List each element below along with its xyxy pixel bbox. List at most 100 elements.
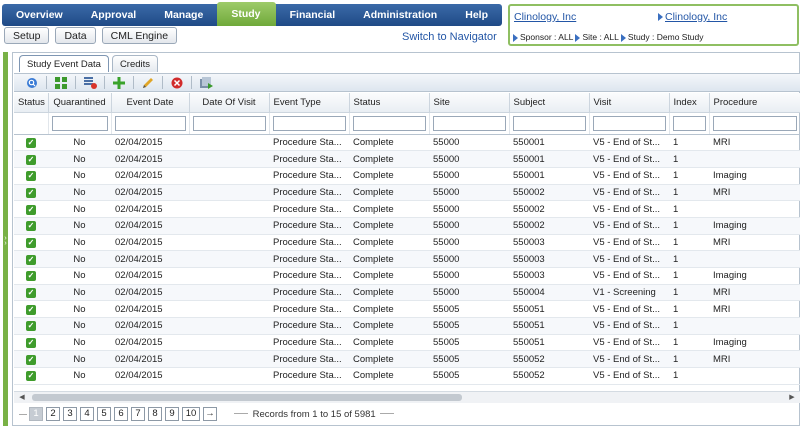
add-icon[interactable] xyxy=(111,76,127,90)
status-cell: ✓ xyxy=(14,334,48,352)
page-button-9[interactable]: 9 xyxy=(165,407,179,421)
subtab-data[interactable]: Data xyxy=(55,27,96,44)
event-type-cell: Procedure Sta... xyxy=(269,217,349,235)
col-header-visit[interactable]: Visit xyxy=(589,93,670,113)
scrollbar-thumb[interactable] xyxy=(32,394,462,401)
page-button-6[interactable]: 6 xyxy=(114,407,128,421)
filter-input-quarantined[interactable] xyxy=(51,115,108,131)
table-row[interactable]: ✓ No 02/04/2015 Procedure Sta... Complete 550… xyxy=(14,167,800,185)
status-cell: ✓ xyxy=(14,217,48,235)
table-row[interactable]: ✓ No 02/04/2015 Procedure Sta... Complete 550… xyxy=(14,284,800,302)
tab-study-event-data[interactable]: Study Event Data xyxy=(19,55,109,72)
filter-input-event-type[interactable] xyxy=(272,115,346,131)
col-header-event-status[interactable]: Status xyxy=(349,93,430,113)
col-header-status[interactable]: Status xyxy=(14,93,49,113)
nav-help[interactable]: Help xyxy=(451,4,502,26)
filter-cell-status xyxy=(14,112,49,135)
filter-input-subject[interactable] xyxy=(512,115,586,131)
visit-cell: V5 - End of St... xyxy=(589,184,669,202)
subject-cell: 550052 xyxy=(509,350,589,369)
event-status-cell: Complete xyxy=(349,184,429,202)
page-button-10[interactable]: 10 xyxy=(182,407,200,421)
site-filter[interactable]: Site : ALL xyxy=(582,32,618,42)
status-check-icon: ✓ xyxy=(26,354,36,365)
table-row[interactable]: ✓ No 02/04/2015 Procedure Sta... Complete 550… xyxy=(14,250,800,268)
col-header-date-of-visit[interactable]: Date Of Visit xyxy=(189,93,270,113)
table-row[interactable]: ✓ No 02/04/2015 Procedure Sta... Complete 550… xyxy=(14,317,800,335)
page-button-4[interactable]: 4 xyxy=(80,407,94,421)
visit-cell: V5 - End of St... xyxy=(589,200,669,218)
horizontal-scrollbar[interactable]: ◀ ▶ xyxy=(14,391,800,403)
org-link-right[interactable]: Clinology, Inc xyxy=(658,11,727,23)
col-header-event-type[interactable]: Event Type xyxy=(269,93,350,113)
search-icon[interactable] xyxy=(24,76,40,90)
col-header-index[interactable]: Index xyxy=(669,93,710,113)
grid-icon[interactable] xyxy=(53,76,69,90)
table-row[interactable]: ✓ No 02/04/2015 Procedure Sta... Complete 550… xyxy=(14,150,800,168)
col-header-procedure[interactable]: Procedure xyxy=(709,93,800,113)
filter-cell-event-status xyxy=(349,112,430,135)
page-button-3[interactable]: 3 xyxy=(63,407,77,421)
col-header-site[interactable]: Site xyxy=(429,93,510,113)
visit-cell: V5 - End of St... xyxy=(589,317,669,335)
collapse-grip-icon[interactable]: › › xyxy=(3,235,8,247)
index-cell: 1 xyxy=(669,167,709,185)
table-row[interactable]: ✓ No 02/04/2015 Procedure Sta... Complete 550… xyxy=(14,134,800,152)
side-collapse-bar[interactable]: › › xyxy=(3,52,8,426)
switch-to-navigator-link[interactable]: Switch to Navigator xyxy=(402,31,497,43)
site-cell: 55000 xyxy=(429,184,509,202)
table-row[interactable]: ✓ No 02/04/2015 Procedure Sta... Complete 550… xyxy=(14,267,800,285)
tab-credits[interactable]: Credits xyxy=(111,55,159,72)
table-row[interactable]: ✓ No 02/04/2015 Procedure Sta... Complete 550… xyxy=(14,200,800,218)
sponsor-filter[interactable]: Sponsor : ALL xyxy=(520,32,573,42)
nav-financial[interactable]: Financial xyxy=(276,4,350,26)
table-row[interactable]: ✓ No 02/04/2015 Procedure Sta... Complete 550… xyxy=(14,300,800,319)
export-icon[interactable] xyxy=(198,76,214,90)
visit-cell: V1 - Screening xyxy=(589,284,669,302)
nav-overview[interactable]: Overview xyxy=(2,4,77,26)
table-row[interactable]: ✓ No 02/04/2015 Procedure Sta... Complete 550… xyxy=(14,217,800,235)
subtab-cml-engine[interactable]: CML Engine xyxy=(101,27,178,44)
nav-study-event[interactable]: Study Event xyxy=(217,2,276,44)
page-button-5[interactable]: 5 xyxy=(97,407,111,421)
filter-input-event-status[interactable] xyxy=(352,115,426,131)
visit-cell: V5 - End of St... xyxy=(589,350,669,369)
filter-input-date-of-visit[interactable] xyxy=(192,115,266,131)
col-header-subject[interactable]: Subject xyxy=(509,93,590,113)
site-cell: 55005 xyxy=(429,367,509,385)
site-cell: 55000 xyxy=(429,234,509,252)
filter-input-index[interactable] xyxy=(672,115,706,131)
page-button-8[interactable]: 8 xyxy=(148,407,162,421)
org-link-left[interactable]: Clinology, Inc xyxy=(514,11,576,23)
col-header-event-date[interactable]: Event Date xyxy=(111,93,190,113)
page-button-1[interactable]: 1 xyxy=(29,407,43,421)
table-row[interactable]: ✓ No 02/04/2015 Procedure Sta... Complete 550… xyxy=(14,184,800,202)
table-row[interactable]: ✓ No 02/04/2015 Procedure Sta... Complete 550… xyxy=(14,367,800,385)
nav-administration[interactable]: Administration xyxy=(349,4,451,26)
page-button-2[interactable]: 2 xyxy=(46,407,60,421)
delete-icon[interactable] xyxy=(169,76,185,90)
study-filter[interactable]: Study : Demo Study xyxy=(628,32,704,42)
event-type-cell: Procedure Sta... xyxy=(269,200,349,218)
table-row[interactable]: ✓ No 02/04/2015 Procedure Sta... Complete 550… xyxy=(14,334,800,352)
scroll-right-icon[interactable]: ▶ xyxy=(786,392,798,403)
subject-cell: 550002 xyxy=(509,217,589,235)
toolbar-divider xyxy=(46,76,47,89)
table-row[interactable]: ✓ No 02/04/2015 Procedure Sta... Complete 550… xyxy=(14,234,800,252)
filter-input-procedure[interactable] xyxy=(712,115,797,131)
event-status-cell: Complete xyxy=(349,217,429,235)
edit-icon[interactable] xyxy=(140,76,156,90)
subject-cell: 550002 xyxy=(509,184,589,202)
nav-approval[interactable]: Approval xyxy=(77,4,151,26)
page-button-7[interactable]: 7 xyxy=(131,407,145,421)
col-header-quarantined[interactable]: Quarantined xyxy=(48,93,112,113)
filter-input-site[interactable] xyxy=(432,115,506,131)
filter-icon[interactable] xyxy=(82,76,98,90)
next-page-button[interactable]: → xyxy=(203,407,217,421)
scroll-left-icon[interactable]: ◀ xyxy=(16,392,28,403)
nav-manage[interactable]: Manage xyxy=(150,4,217,26)
subtab-setup[interactable]: Setup xyxy=(4,27,50,44)
filter-input-event-date[interactable] xyxy=(114,115,186,131)
filter-input-visit[interactable] xyxy=(592,115,666,131)
table-row[interactable]: ✓ No 02/04/2015 Procedure Sta... Complete 550… xyxy=(14,350,800,369)
